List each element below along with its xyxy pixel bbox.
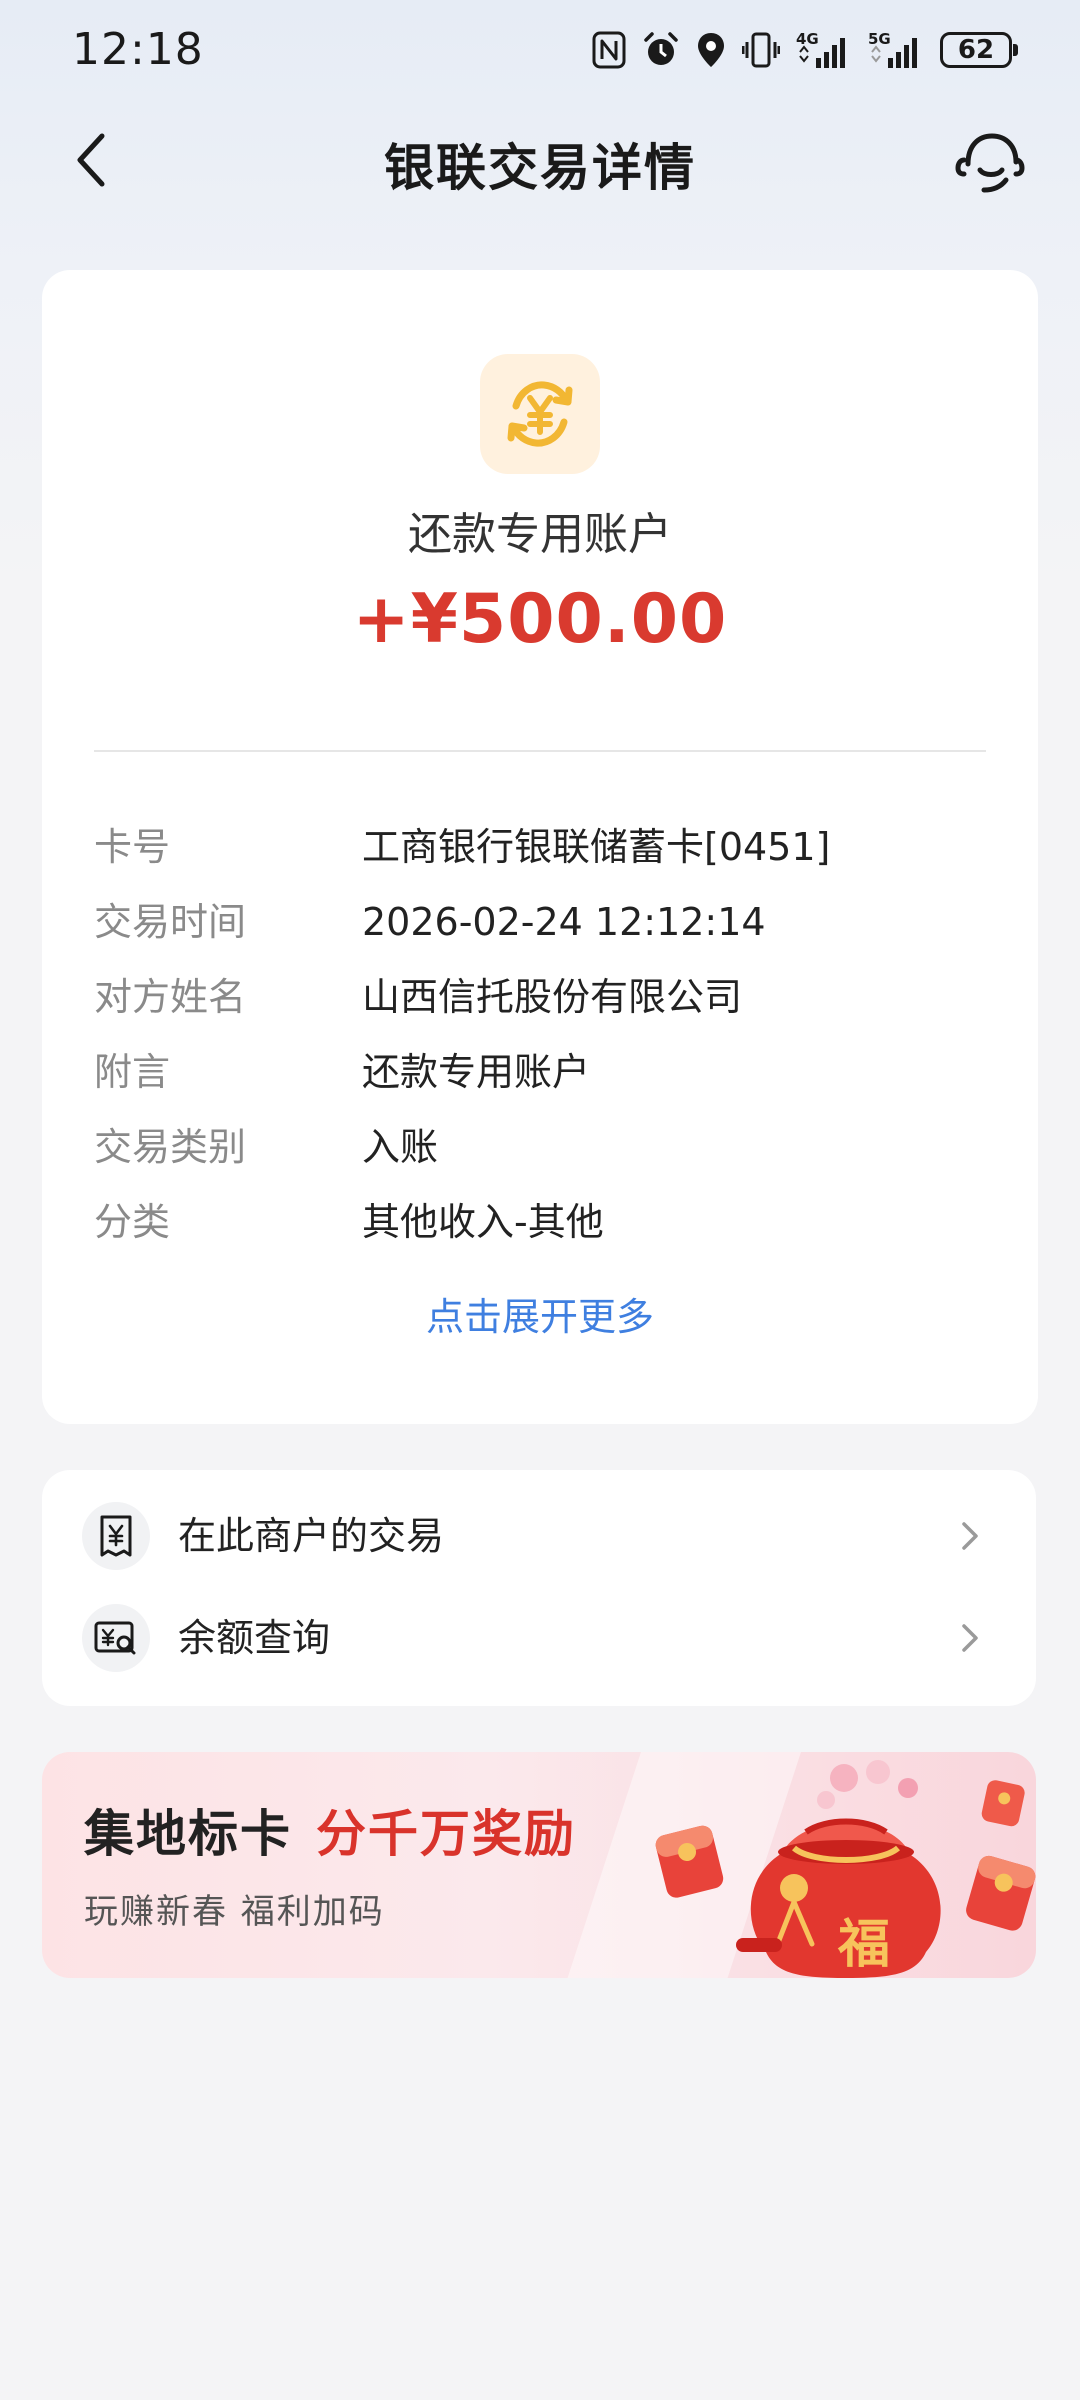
merchant-transactions-row[interactable]: 在此商户的交易 [42,1486,1036,1586]
promo-title-main: 集地标卡 [84,1805,292,1863]
chevron-right-icon [962,1522,978,1550]
status-time: 12:18 [72,24,204,75]
detail-label: 交易类别 [94,1125,247,1169]
divider [94,750,986,752]
account-name: 还款专用账户 [408,509,672,560]
lucky-bag-illustration: 福 [655,1760,1036,1978]
promo-subtitle: 玩赚新春 福利加码 [84,1892,385,1932]
action-label: 在此商户的交易 [178,1514,445,1558]
header: 银联交易详情 [0,110,1080,210]
nfc-icon [592,31,626,69]
signal-5g-icon: 5G [868,30,924,70]
detail-label: 卡号 [94,825,171,869]
balance-search-icon [82,1604,150,1672]
detail-row-card-number: 卡号 工商银行银联储蓄卡[0451] [94,810,986,885]
detail-list: 卡号 工商银行银联储蓄卡[0451] 交易时间 2026-02-24 12:12… [94,810,986,1260]
chevron-right-icon [962,1624,978,1652]
detail-row-memo: 附言 还款专用账户 [94,1035,986,1110]
yuan-exchange-icon [480,354,600,474]
battery-icon: 62 [940,32,1018,68]
detail-label: 附言 [94,1050,171,1094]
balance-inquiry-row[interactable]: 余额查询 [42,1588,1036,1688]
vibrate-icon [742,31,780,69]
detail-row-category: 分类 其他收入-其他 [94,1185,986,1260]
detail-value: 2026-02-24 12:12:14 [362,900,766,944]
transaction-card: 还款专用账户 +¥500.00 卡号 工商银行银联储蓄卡[0451] 交易时间 … [42,270,1038,1424]
status-bar: 12:18 4G 5G 62 [0,0,1080,100]
battery-level: 62 [957,35,995,65]
action-label: 余额查询 [178,1616,331,1660]
alarm-icon [642,31,680,69]
expand-more-link[interactable]: 点击展开更多 [42,1286,1038,1341]
detail-value: 入账 [362,1125,439,1169]
receipt-icon [82,1502,150,1570]
location-icon [696,31,726,69]
actions-card: 在此商户的交易 余额查询 [42,1470,1036,1706]
page-title: 银联交易详情 [384,139,696,197]
status-icons: 4G 5G 62 [592,28,1018,72]
detail-value: 其他收入-其他 [362,1200,604,1244]
promo-banner[interactable]: 集地标卡 分千万奖励 玩赚新春 福利加码 福 [42,1752,1036,1978]
fu-character: 福 [837,1914,890,1975]
detail-value: 山西信托股份有限公司 [362,975,743,1019]
net-5g-label: 5G [868,30,891,48]
detail-row-counterparty: 对方姓名 山西信托股份有限公司 [94,960,986,1035]
detail-label: 对方姓名 [94,975,247,1019]
promo-title-highlight: 分千万奖励 [316,1805,576,1863]
detail-label: 分类 [94,1200,171,1244]
net-4g-label: 4G [796,30,819,48]
detail-row-transaction-type: 交易类别 入账 [94,1110,986,1185]
detail-value: 还款专用账户 [362,1050,591,1094]
promo-title: 集地标卡 分千万奖励 [84,1794,576,1866]
transaction-amount: +¥500.00 [352,580,728,659]
headset-icon [955,133,1025,193]
customer-service-button[interactable] [950,122,1030,202]
detail-row-transaction-time: 交易时间 2026-02-24 12:12:14 [94,885,986,960]
signal-4g-icon: 4G [796,30,852,70]
detail-value: 工商银行银联储蓄卡[0451] [362,825,831,869]
detail-label: 交易时间 [94,900,247,944]
